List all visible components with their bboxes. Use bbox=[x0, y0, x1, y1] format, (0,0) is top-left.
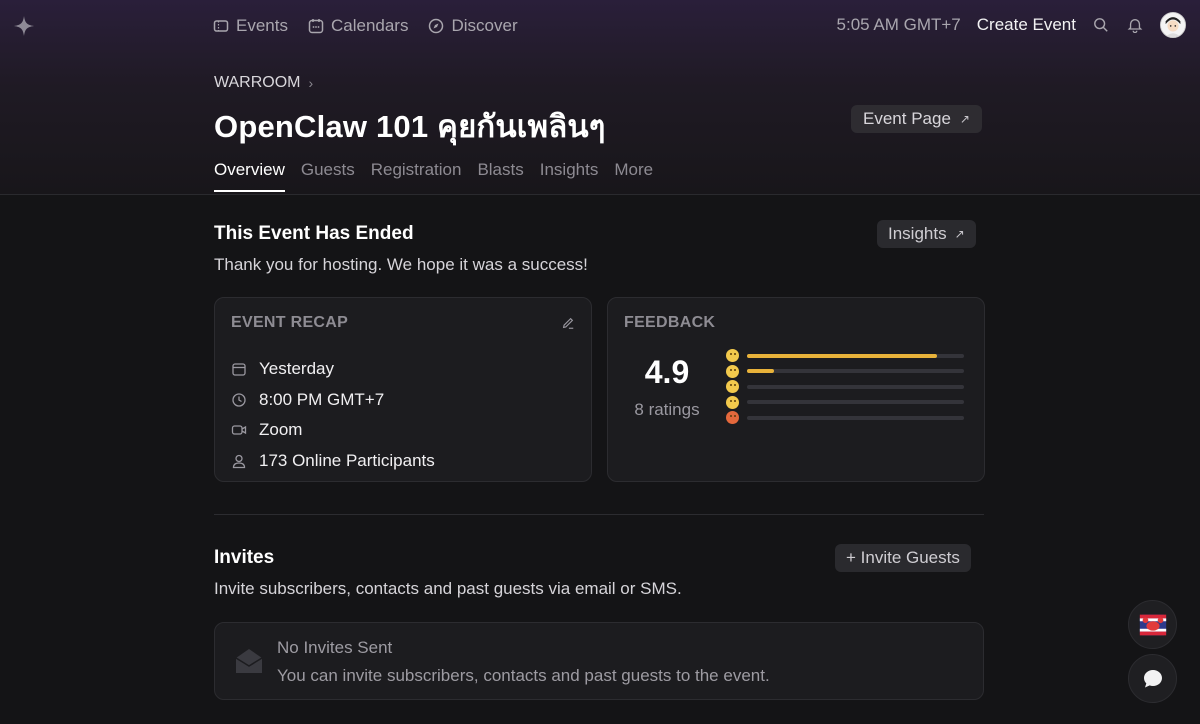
tab-blasts[interactable]: Blasts bbox=[477, 160, 523, 192]
calendar-icon bbox=[308, 19, 324, 34]
invite-guests-button-label: + Invite Guests bbox=[846, 548, 960, 567]
tab-insights[interactable]: Insights bbox=[540, 160, 599, 192]
chat-button[interactable] bbox=[1128, 654, 1177, 703]
nav-calendars[interactable]: Calendars bbox=[308, 16, 409, 36]
calendar-icon bbox=[232, 363, 246, 376]
tab-guests[interactable]: Guests bbox=[301, 160, 355, 192]
rating-bar-track bbox=[747, 369, 964, 374]
avatar[interactable] bbox=[1160, 12, 1186, 38]
rating-bar-fill bbox=[747, 369, 775, 374]
compass-icon bbox=[429, 18, 444, 34]
recap-time: 8:00 PM GMT+7 bbox=[259, 389, 385, 409]
tab-registration[interactable]: Registration bbox=[371, 160, 462, 192]
chat-bubble-icon bbox=[1143, 669, 1162, 687]
recap-location-row: Zoom bbox=[231, 415, 435, 446]
thai-flag-crab-icon bbox=[1139, 614, 1166, 635]
invite-guests-button[interactable]: + Invite Guests bbox=[835, 544, 971, 572]
rating-bar-track bbox=[747, 353, 964, 358]
event-page-button-label: Event Page bbox=[863, 109, 951, 128]
envelope-icon bbox=[234, 646, 264, 676]
recap-participants-row: 173 Online Participants bbox=[231, 446, 435, 477]
sad-emoji-icon bbox=[726, 395, 739, 409]
event-page-button[interactable]: Event Page ↗ bbox=[851, 105, 982, 133]
recap-time-row: 8:00 PM GMT+7 bbox=[231, 385, 435, 416]
pencil-icon[interactable] bbox=[561, 316, 577, 332]
rating-bar-row bbox=[726, 364, 964, 380]
chevron-right-icon: › bbox=[308, 75, 314, 91]
nav-discover[interactable]: Discover bbox=[428, 16, 518, 36]
feedback-card: FEEDBACK 4.9 8 ratings bbox=[607, 297, 985, 482]
event-recap-label: EVENT RECAP bbox=[231, 314, 349, 331]
user-icon bbox=[232, 454, 246, 468]
rating-bar-fill bbox=[747, 353, 937, 358]
nav-discover-label: Discover bbox=[451, 16, 518, 35]
no-invites-card: No Invites Sent You can invite subscribe… bbox=[214, 622, 984, 700]
rating-bar-row bbox=[726, 395, 964, 411]
create-event-button[interactable]: Create Event bbox=[977, 15, 1076, 35]
recap-date: Yesterday bbox=[259, 359, 334, 379]
bell-icon[interactable] bbox=[1126, 16, 1144, 34]
event-ended-title: This Event Has Ended bbox=[214, 223, 414, 244]
nav-events-label: Events bbox=[236, 16, 288, 35]
no-invites-title: No Invites Sent bbox=[277, 638, 393, 657]
arrow-up-right-icon: ↗ bbox=[959, 112, 970, 126]
ticket-icon bbox=[213, 20, 229, 32]
current-time: 5:05 AM GMT+7 bbox=[836, 15, 961, 34]
neutral-emoji-icon bbox=[726, 380, 739, 394]
rating-bar-row bbox=[726, 379, 964, 395]
tab-bar: Overview Guests Registration Blasts Insi… bbox=[214, 160, 653, 192]
average-rating: 4.9 bbox=[644, 354, 690, 390]
breadcrumb[interactable]: WARROOM › bbox=[214, 74, 313, 92]
rating-bar-row bbox=[726, 348, 964, 364]
recap-date-row: Yesterday bbox=[231, 354, 435, 385]
arrow-up-right-icon: ↗ bbox=[954, 227, 965, 241]
clock-icon bbox=[232, 393, 246, 407]
rating-bar-track bbox=[747, 415, 964, 420]
search-icon[interactable] bbox=[1092, 16, 1110, 34]
insights-button[interactable]: Insights ↗ bbox=[877, 220, 976, 248]
thai-crab-sticker-button[interactable] bbox=[1128, 600, 1177, 649]
rating-bar-track bbox=[747, 400, 964, 405]
invites-subtitle: Invite subscribers, contacts and past gu… bbox=[214, 579, 682, 598]
event-recap-card: EVENT RECAP Yesterday 8:00 PM GMT+7 Zoom… bbox=[214, 297, 592, 482]
tab-more[interactable]: More bbox=[614, 160, 653, 192]
section-divider bbox=[214, 514, 984, 515]
sparkle-logo-icon[interactable] bbox=[12, 14, 36, 38]
tab-overview[interactable]: Overview bbox=[214, 160, 285, 192]
top-nav: Events Calendars Discover 5:05 AM GMT+7 … bbox=[0, 0, 1200, 54]
breadcrumb-calendar: WARROOM bbox=[214, 74, 301, 91]
recap-location: Zoom bbox=[259, 420, 303, 440]
recap-participants: 173 Online Participants bbox=[259, 450, 435, 470]
invites-title: Invites bbox=[214, 547, 275, 568]
rating-bar-track bbox=[747, 384, 964, 389]
rating-distribution bbox=[726, 348, 964, 426]
page: Events Calendars Discover 5:05 AM GMT+7 … bbox=[0, 0, 1200, 724]
insights-button-label: Insights bbox=[888, 224, 947, 243]
video-camera-icon bbox=[231, 425, 247, 435]
nav-events[interactable]: Events bbox=[213, 16, 288, 36]
event-ended-subtitle: Thank you for hosting. We hope it was a … bbox=[214, 255, 588, 274]
smiling-emoji-icon bbox=[726, 364, 739, 378]
rating-bar-row bbox=[726, 410, 964, 426]
feedback-label: FEEDBACK bbox=[624, 314, 716, 331]
rating-count: 8 ratings bbox=[634, 400, 700, 419]
page-title: OpenClaw 101 คุยกันเพลินๆ bbox=[214, 109, 606, 144]
grinning-emoji-icon bbox=[726, 349, 739, 363]
nav-calendars-label: Calendars bbox=[330, 16, 409, 35]
angry-emoji-icon bbox=[726, 411, 739, 425]
no-invites-subtitle: You can invite subscribers, contacts and… bbox=[277, 666, 770, 685]
